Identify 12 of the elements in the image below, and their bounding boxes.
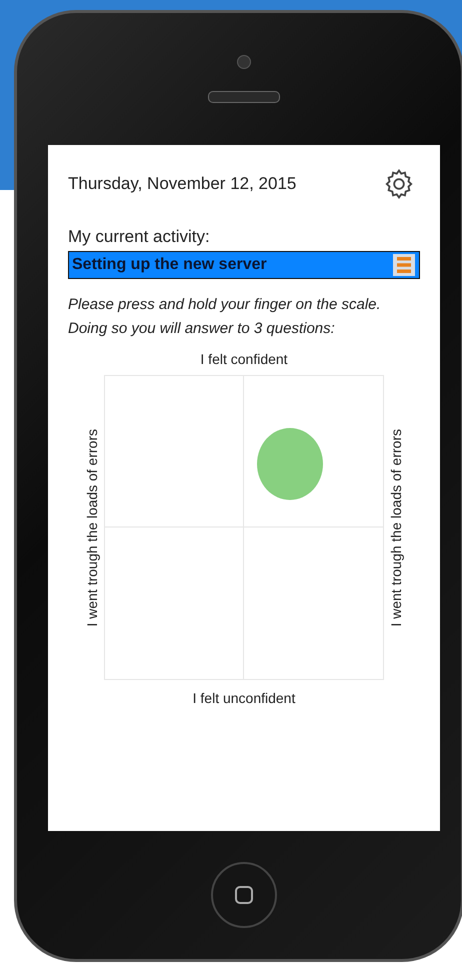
menu-icon [393, 254, 415, 276]
date-text: Thursday, November 12, 2015 [68, 174, 296, 194]
top-axis-label: I felt confident [199, 351, 289, 367]
left-axis-label: I went trough the loads of errors [84, 428, 100, 626]
activity-dropdown[interactable]: Setting up the new server [68, 251, 420, 279]
camera-icon [237, 55, 251, 69]
activity-label: My current activity: [68, 227, 211, 247]
square-icon [234, 885, 254, 905]
speaker-icon [208, 91, 280, 103]
right-axis-label: I went trough the loads of errors [388, 428, 404, 626]
instruction-text: Please press and hold your finger on the scale. Doing so you will answer to 3 questions: [68, 295, 382, 339]
bottom-axis-label: I felt unconfident [192, 690, 296, 706]
